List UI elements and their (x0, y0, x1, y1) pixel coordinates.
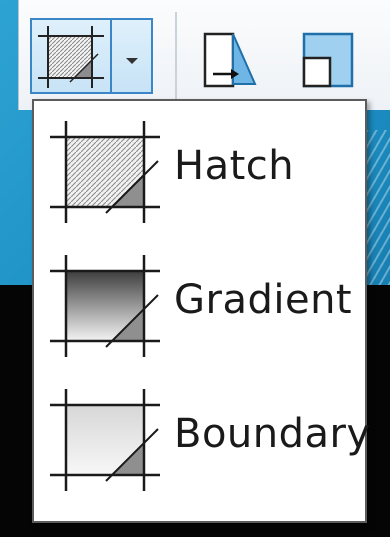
menu-item-label: Hatch (174, 143, 295, 189)
hatch-icon (50, 121, 160, 223)
menu-item-boundary[interactable]: Boundary (34, 373, 370, 505)
gradient-icon (50, 255, 160, 357)
hatch-icon (38, 26, 104, 88)
hatch-dropdown-menu: Hatch Gradient Boundary (32, 99, 370, 523)
insert-boundary-icon[interactable] (203, 30, 261, 90)
menu-item-hatch[interactable]: Hatch (34, 105, 365, 237)
chevron-down-icon (126, 58, 138, 64)
menu-item-label: Gradient (174, 277, 353, 323)
menu-item-label: Boundary (174, 411, 371, 457)
region-icon[interactable] (300, 30, 358, 90)
ribbon-separator (175, 12, 177, 100)
menu-item-gradient[interactable]: Gradient (34, 239, 365, 371)
hatch-split-button[interactable] (30, 18, 153, 94)
boundary-icon (50, 389, 160, 491)
hatch-dropdown-arrow[interactable] (112, 20, 151, 92)
hatch-split-button-main[interactable] (32, 20, 112, 92)
